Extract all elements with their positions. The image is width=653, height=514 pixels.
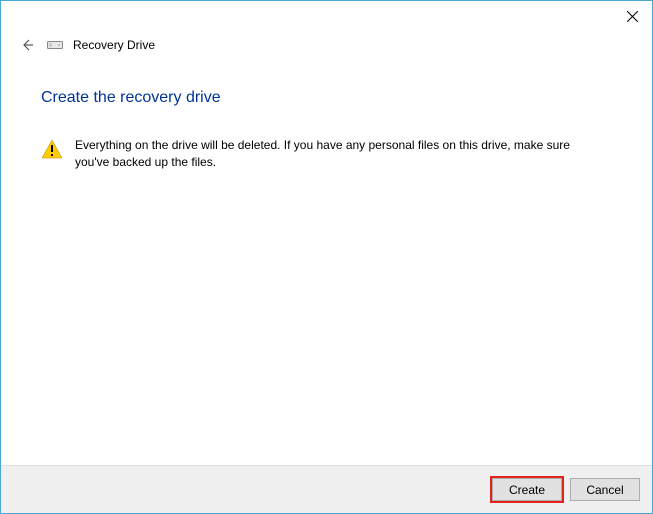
create-button[interactable]: Create bbox=[492, 478, 562, 501]
back-button[interactable] bbox=[17, 35, 37, 55]
titlebar bbox=[1, 1, 652, 31]
drive-icon bbox=[47, 39, 63, 51]
warning-text: Everything on the drive will be deleted.… bbox=[75, 137, 582, 172]
nav-row: Recovery Drive bbox=[1, 31, 652, 55]
warning-icon bbox=[41, 139, 63, 159]
close-button[interactable] bbox=[626, 10, 638, 22]
window-title: Recovery Drive bbox=[73, 38, 155, 52]
warning-row: Everything on the drive will be deleted.… bbox=[41, 137, 612, 172]
footer: Create Cancel bbox=[1, 465, 652, 513]
close-icon bbox=[627, 11, 638, 22]
content-area: Create the recovery drive Everything on … bbox=[1, 55, 652, 172]
page-heading: Create the recovery drive bbox=[41, 89, 612, 107]
cancel-button[interactable]: Cancel bbox=[570, 478, 640, 501]
back-arrow-icon bbox=[19, 37, 35, 53]
